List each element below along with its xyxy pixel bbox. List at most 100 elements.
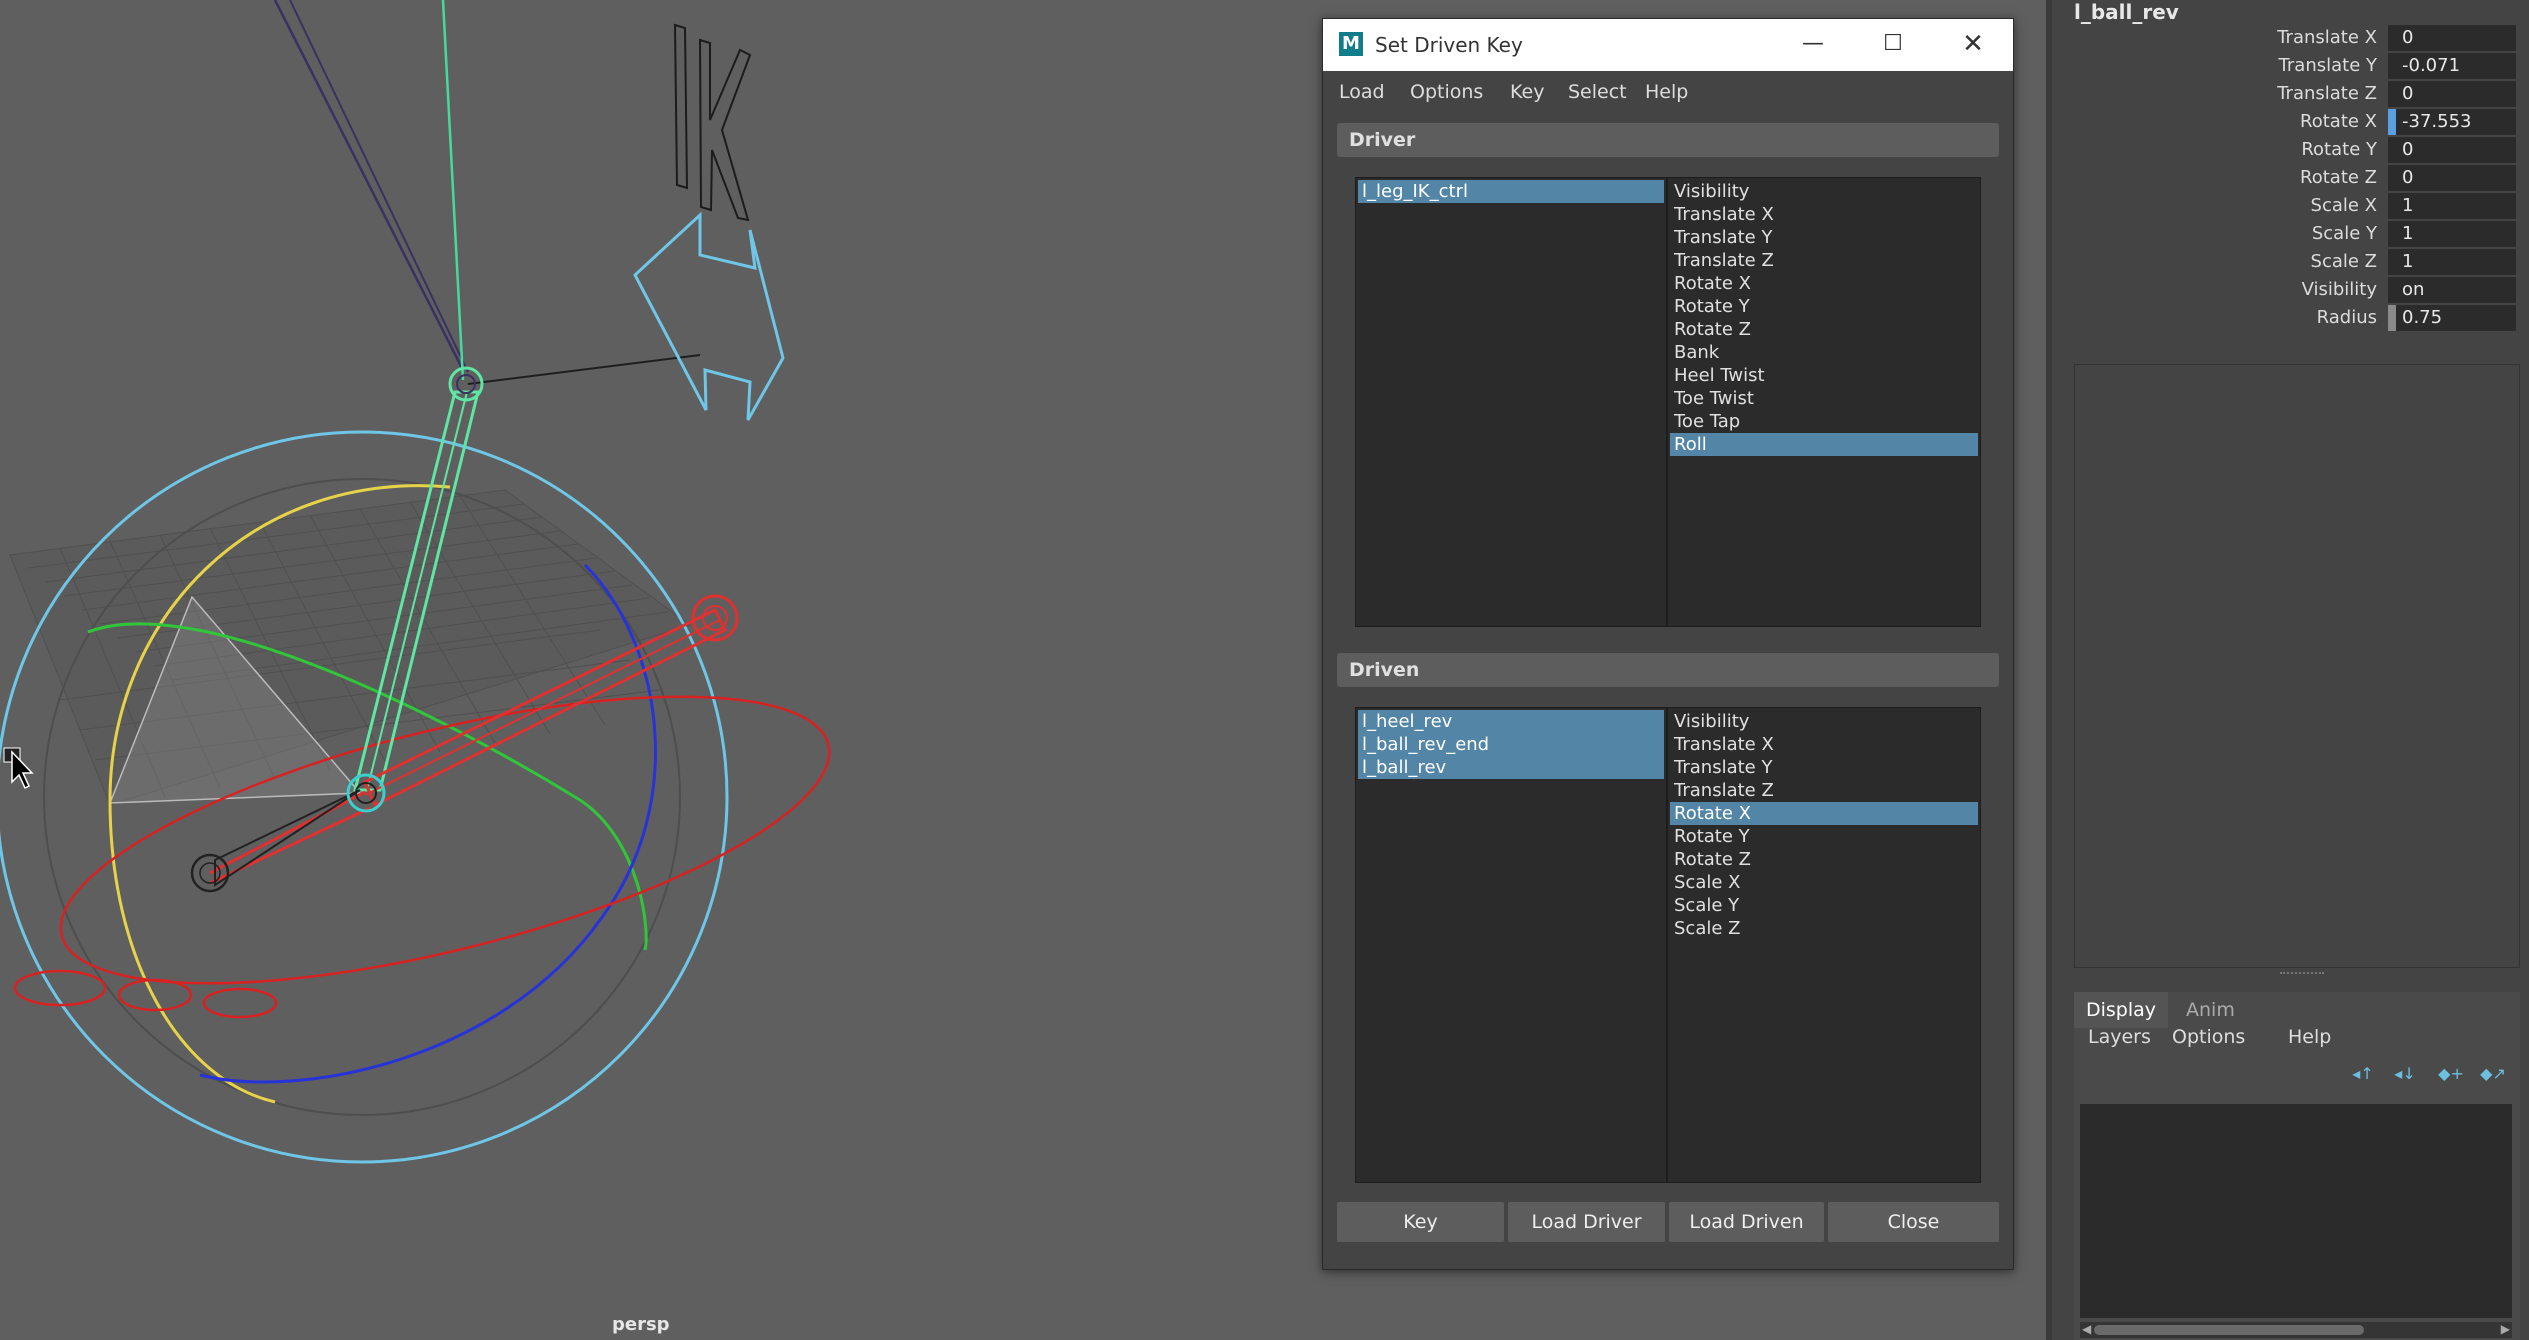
attr-label-scale-x: Scale X xyxy=(2310,195,2377,216)
scroll-left-icon[interactable]: ◀ xyxy=(2082,1322,2091,1336)
driver-header-label: Driver xyxy=(1349,129,1416,151)
attr-field-radius[interactable]: 0.75 xyxy=(2388,305,2516,331)
channel-box-empty-area xyxy=(2074,364,2520,968)
list-item[interactable]: Toe Tap xyxy=(1670,410,1978,433)
load-driven-button[interactable]: Load Driven xyxy=(1669,1202,1824,1242)
menu-help[interactable]: Help xyxy=(1645,81,1688,103)
maya-app-icon: M xyxy=(1339,32,1363,56)
attr-label-visibility: Visibility xyxy=(2301,279,2377,300)
layer-list[interactable] xyxy=(2080,1104,2512,1318)
maximize-button[interactable]: ☐ xyxy=(1853,19,1933,71)
driven-object-list[interactable]: l_heel_rev l_ball_rev_end l_ball_rev xyxy=(1355,707,1667,1183)
move-layer-up-icon[interactable]: ◂↑ xyxy=(2350,1064,2376,1086)
new-layer-icon[interactable]: ◆+ xyxy=(2438,1064,2464,1086)
driver-object-list[interactable]: l_leg_IK_ctrl xyxy=(1355,177,1667,627)
list-item[interactable]: Toe Twist xyxy=(1670,387,1978,410)
horizontal-scrollbar[interactable]: ◀ ▶ xyxy=(2080,1322,2512,1338)
slider-indicator xyxy=(2388,305,2396,331)
list-item[interactable]: Scale Y xyxy=(1670,894,1978,917)
attr-label-translate-x: Translate X xyxy=(2277,27,2377,48)
attr-field-scale-y[interactable]: 1 xyxy=(2388,221,2516,247)
mouse-cursor-icon xyxy=(11,750,34,790)
attr-label-translate-y: Translate Y xyxy=(2278,55,2377,76)
list-item[interactable]: Rotate Y xyxy=(1670,295,1978,318)
menu-options[interactable]: Options xyxy=(1410,81,1483,103)
scrollbar-thumb[interactable] xyxy=(2094,1325,2364,1335)
window-title: Set Driven Key xyxy=(1375,33,1523,57)
attr-field-rotate-y[interactable]: 0 xyxy=(2388,137,2516,163)
menu-bar: Load Options Key Select Help xyxy=(1323,71,2013,111)
driven-header-label: Driven xyxy=(1349,659,1420,681)
list-item[interactable]: l_leg_IK_ctrl xyxy=(1358,180,1664,203)
new-layer-from-selection-icon[interactable]: ◆↗ xyxy=(2480,1064,2506,1086)
viewport-scene xyxy=(0,0,831,1164)
scroll-right-icon[interactable]: ▶ xyxy=(2501,1322,2510,1336)
list-item[interactable]: Translate Y xyxy=(1670,226,1978,249)
set-driven-key-window: M Set Driven Key — ☐ ✕ Load Options Key … xyxy=(1322,18,2014,1270)
list-item[interactable]: Translate Z xyxy=(1670,779,1978,802)
attr-label-radius: Radius xyxy=(2316,307,2377,328)
layer-editor: Display Anim Layers Options Help ◂↑ ◂↓ ◆… xyxy=(2074,992,2520,1340)
attr-label-rotate-z: Rotate Z xyxy=(2300,167,2377,188)
list-item[interactable]: Bank xyxy=(1670,341,1978,364)
list-item[interactable]: Translate Z xyxy=(1670,249,1978,272)
window-titlebar[interactable]: M Set Driven Key — ☐ ✕ xyxy=(1323,19,2013,71)
key-button[interactable]: Key xyxy=(1337,1202,1504,1242)
minimize-button[interactable]: — xyxy=(1773,19,1853,71)
driver-attribute-list[interactable]: Visibility Translate X Translate Y Trans… xyxy=(1667,177,1981,627)
list-item[interactable]: Rotate Z xyxy=(1670,848,1978,871)
list-item[interactable]: Rotate X xyxy=(1670,802,1978,825)
close-button[interactable]: Close xyxy=(1828,1202,1999,1242)
attr-field-scale-z[interactable]: 1 xyxy=(2388,249,2516,275)
tab-anim[interactable]: Anim xyxy=(2174,992,2247,1028)
attr-label-rotate-y: Rotate Y xyxy=(2301,139,2377,160)
menu-layers[interactable]: Layers xyxy=(2088,1026,2151,1048)
list-item[interactable]: Roll xyxy=(1670,433,1978,456)
list-item[interactable]: l_ball_rev_end xyxy=(1358,733,1664,756)
camera-label: persp xyxy=(612,1314,670,1335)
attr-field-rotate-z[interactable]: 0 xyxy=(2388,165,2516,191)
attr-field-visibility[interactable]: on xyxy=(2388,277,2516,303)
close-window-button[interactable]: ✕ xyxy=(1933,19,2013,71)
attr-value: 0.75 xyxy=(2402,307,2443,328)
menu-key[interactable]: Key xyxy=(1510,81,1544,103)
list-item[interactable]: Translate Y xyxy=(1670,756,1978,779)
attr-label-scale-z: Scale Z xyxy=(2310,251,2377,272)
driver-section-header[interactable]: Driver xyxy=(1337,123,1999,157)
menu-layer-help[interactable]: Help xyxy=(2288,1026,2331,1048)
ik-letters xyxy=(673,23,752,222)
move-layer-down-icon[interactable]: ◂↓ xyxy=(2392,1064,2418,1086)
list-item[interactable]: Visibility xyxy=(1670,180,1978,203)
list-item[interactable]: Scale Z xyxy=(1670,917,1978,940)
menu-select[interactable]: Select xyxy=(1568,81,1627,103)
attr-label-translate-z: Translate Z xyxy=(2277,83,2377,104)
selected-object-name: l_ball_rev xyxy=(2074,0,2179,24)
tab-display[interactable]: Display xyxy=(2074,992,2169,1028)
list-item[interactable]: l_ball_rev xyxy=(1358,756,1664,779)
list-item[interactable]: Visibility xyxy=(1670,710,1978,733)
attr-label-rotate-x: Rotate X xyxy=(2300,111,2377,132)
list-item[interactable]: Scale X xyxy=(1670,871,1978,894)
list-item[interactable]: l_heel_rev xyxy=(1358,710,1664,733)
load-driver-button[interactable]: Load Driver xyxy=(1508,1202,1665,1242)
channel-box-panel: l_ball_rev Translate X 0 Translate Y -0.… xyxy=(2046,0,2529,1340)
list-item[interactable]: Rotate X xyxy=(1670,272,1978,295)
list-item[interactable]: Rotate Y xyxy=(1670,825,1978,848)
menu-load[interactable]: Load xyxy=(1339,81,1385,103)
list-item[interactable]: Heel Twist xyxy=(1670,364,1978,387)
keyed-indicator xyxy=(2388,109,2396,135)
attr-field-translate-x[interactable]: 0 xyxy=(2388,25,2516,51)
attr-field-translate-z[interactable]: 0 xyxy=(2388,81,2516,107)
menu-layer-options[interactable]: Options xyxy=(2172,1026,2245,1048)
panel-splitter-handle[interactable] xyxy=(2280,972,2324,977)
ik-fk-switch-arrow[interactable] xyxy=(633,211,785,421)
attr-label-scale-y: Scale Y xyxy=(2311,223,2377,244)
driven-section-header[interactable]: Driven xyxy=(1337,653,1999,687)
attr-field-translate-y[interactable]: -0.071 xyxy=(2388,53,2516,79)
attr-field-rotate-x[interactable]: -37.553 xyxy=(2388,109,2516,135)
list-item[interactable]: Translate X xyxy=(1670,733,1978,756)
driven-attribute-list[interactable]: Visibility Translate X Translate Y Trans… xyxy=(1667,707,1981,1183)
list-item[interactable]: Translate X xyxy=(1670,203,1978,226)
attr-field-scale-x[interactable]: 1 xyxy=(2388,193,2516,219)
list-item[interactable]: Rotate Z xyxy=(1670,318,1978,341)
